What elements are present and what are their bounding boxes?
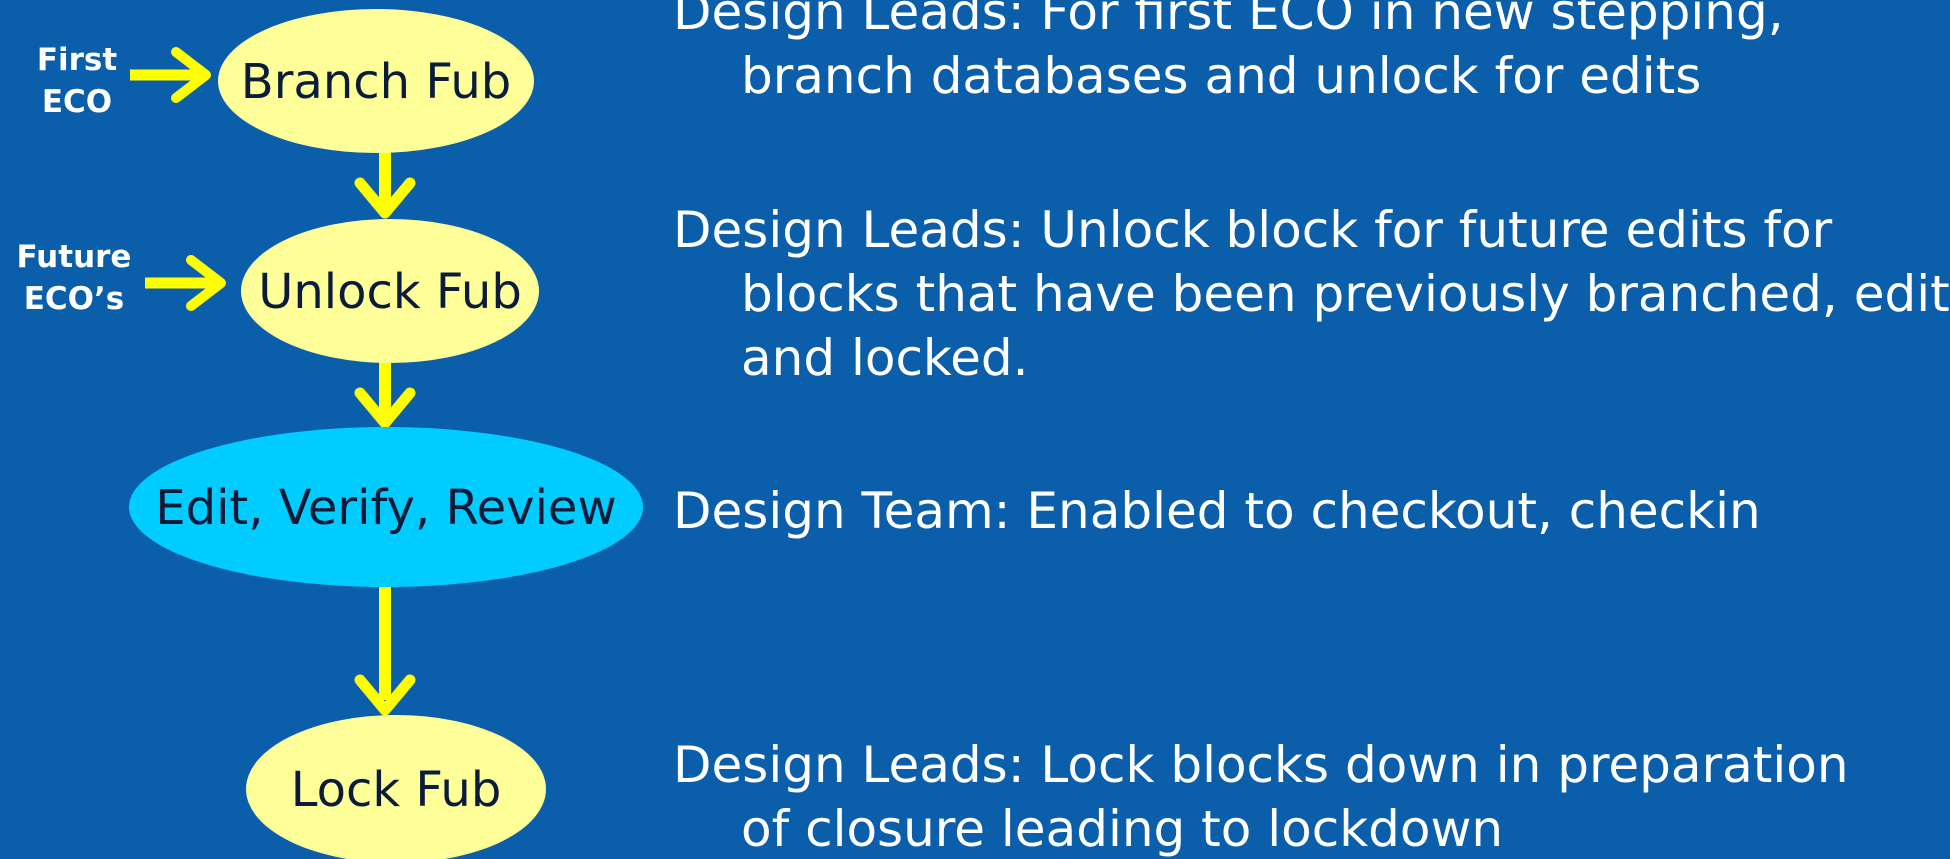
arrow-unlock-to-edit	[354, 362, 416, 429]
eco-flow-diagram: Branch Fub Unlock Fub Edit, Verify, Revi…	[17, 9, 643, 859]
node-lock-fub: Lock Fub	[246, 715, 546, 859]
description-unlock-line-1: Design Leads: Unlock block for future ed…	[673, 201, 1833, 259]
node-branch-fub-label: Branch Fub	[241, 54, 511, 110]
node-edit-verify-review: Edit, Verify, Review	[129, 427, 643, 587]
arrow-future-eco-entry	[145, 255, 226, 311]
slide: Branch Fub Unlock Fub Edit, Verify, Revi…	[0, 0, 1950, 859]
description-edit: Design Team: Enabled to checkout, checki…	[673, 479, 1761, 543]
node-unlock-fub: Unlock Fub	[241, 219, 539, 363]
arrow-edit-to-lock	[354, 585, 416, 716]
entry-label-first-eco: First ECO	[37, 42, 118, 120]
node-unlock-fub-label: Unlock Fub	[258, 264, 522, 320]
entry-label-future-ecos: Future ECO’s	[17, 239, 132, 317]
description-unlock: Design Leads: Unlock block for future ed…	[673, 198, 1950, 390]
description-edit-line-1: Design Team: Enabled to checkout, checki…	[673, 482, 1761, 540]
description-branch-line-2: branch databases and unlock for edits	[741, 47, 1702, 105]
entry-label-ecos: ECO’s	[24, 281, 125, 317]
description-lock-line-1: Design Leads: Lock blocks down in prepar…	[673, 736, 1849, 794]
entry-label-future: Future	[17, 239, 132, 275]
arrow-branch-to-unlock	[354, 152, 416, 219]
description-branch: Design Leads: For first ECO in new stepp…	[673, 0, 1784, 108]
description-unlock-line-2: blocks that have been previously branche…	[741, 265, 1950, 323]
description-lock-line-2: of closure leading to lockdown	[741, 800, 1504, 858]
description-lock: Design Leads: Lock blocks down in prepar…	[673, 733, 1849, 859]
arrow-first-eco-entry	[130, 47, 211, 103]
node-edit-verify-review-label: Edit, Verify, Review	[155, 480, 616, 536]
node-lock-fub-label: Lock Fub	[291, 762, 502, 818]
entry-label-eco: ECO	[42, 84, 112, 120]
entry-label-first: First	[37, 42, 118, 78]
description-unlock-line-3: and locked.	[741, 329, 1029, 387]
description-branch-line-1: Design Leads: For first ECO in new stepp…	[673, 0, 1784, 41]
node-branch-fub: Branch Fub	[218, 9, 534, 153]
